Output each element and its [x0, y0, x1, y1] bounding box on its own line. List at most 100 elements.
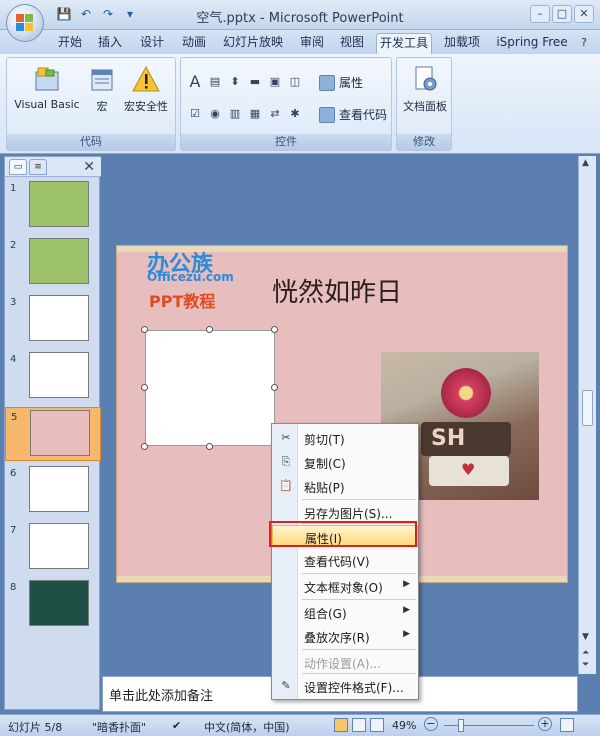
macro-security-button[interactable]: 宏安全性: [119, 62, 173, 134]
ribbon-tabs: 开始 插入 设计 动画 幻灯片放映 审阅 视图 开发工具 加载项 iSpring…: [0, 30, 600, 54]
scrollbar-control-icon[interactable]: ◫: [287, 74, 303, 90]
help-icon[interactable]: ?: [574, 33, 594, 54]
controls-row-1: A ▤ ⬍ ▬ ▣ ◫: [187, 74, 303, 90]
menu-item-view-code[interactable]: 查看代码(V): [272, 549, 418, 571]
spin-control-icon[interactable]: ⬍: [227, 74, 243, 90]
prev-slide-icon[interactable]: ⏶: [582, 648, 589, 658]
view-code-icon: [319, 106, 335, 123]
more-controls-icon[interactable]: ✱: [287, 106, 303, 122]
label-control-icon[interactable]: A: [187, 74, 203, 90]
slide-thumbnail[interactable]: [29, 352, 89, 398]
menu-item-action-settings: 动作设置(A)...: [304, 657, 382, 671]
resize-handle[interactable]: [206, 443, 213, 450]
tab-developer[interactable]: 开发工具: [376, 33, 432, 54]
checkbox-control-icon[interactable]: ☑: [187, 106, 203, 122]
tab-slideshow[interactable]: 幻灯片放映: [218, 33, 288, 54]
macro-button[interactable]: 宏: [87, 62, 117, 134]
slide-thumbnail[interactable]: [29, 238, 89, 284]
image-control-icon[interactable]: ▣: [267, 74, 283, 90]
slide-thumbnail-item[interactable]: 6: [5, 464, 101, 518]
tab-insert[interactable]: 插入: [92, 33, 128, 54]
tab-home[interactable]: 开始: [52, 33, 88, 54]
tab-ispring[interactable]: iSpring Free: [492, 33, 572, 54]
textbox-control-icon[interactable]: ▤: [207, 74, 223, 90]
scroll-up-icon[interactable]: ▲: [582, 158, 589, 168]
slides-pane: ▭ ≡ ✕ 1 2 3 4 5 6 7 8: [4, 156, 101, 710]
menu-item-format-control[interactable]: ✎ 设置控件格式(F)...: [272, 675, 418, 697]
slide-number: 1: [10, 183, 17, 194]
theme-name[interactable]: "暗香扑面": [92, 719, 146, 735]
slide-thumbnail-item[interactable]: 8: [5, 578, 101, 632]
office-button[interactable]: [6, 4, 44, 42]
tab-design[interactable]: 设计: [134, 33, 170, 54]
slide-sorter-icon[interactable]: [352, 718, 366, 732]
zoom-slider-thumb[interactable]: [458, 719, 464, 732]
resize-handle[interactable]: [141, 384, 148, 391]
zoom-in-button[interactable]: +: [538, 717, 552, 731]
resize-handle[interactable]: [271, 326, 278, 333]
slide-thumbnail-item[interactable]: 4: [5, 350, 101, 404]
next-slide-icon[interactable]: ⏷: [582, 660, 589, 670]
menu-item-textbox-object[interactable]: 文本框对象(O) ▶: [272, 575, 418, 597]
textbox-control[interactable]: [145, 330, 275, 446]
slide-thumbnail-item[interactable]: 3: [5, 293, 101, 347]
scrollbar-thumb[interactable]: [582, 390, 593, 426]
command-button-icon[interactable]: ▬: [247, 74, 263, 90]
fit-slide-icon[interactable]: [560, 718, 574, 732]
properties-button[interactable]: 属性: [319, 74, 363, 91]
tab-animations[interactable]: 动画: [176, 33, 212, 54]
menu-item-cut[interactable]: ✂ 剪切(T): [272, 427, 418, 449]
spellcheck-icon[interactable]: ✔: [172, 719, 181, 732]
tab-addins[interactable]: 加载项: [438, 33, 486, 54]
highlight-annotation-box: [269, 521, 417, 547]
scroll-down-icon[interactable]: ▼: [582, 632, 589, 642]
menu-separator: [302, 499, 416, 500]
menu-separator: [302, 573, 416, 574]
combobox-control-icon[interactable]: ▦: [247, 106, 263, 122]
view-code-button[interactable]: 查看代码: [319, 106, 387, 123]
slide-thumbnail[interactable]: [29, 295, 89, 341]
slide-thumbnail-item[interactable]: 7: [5, 521, 101, 575]
resize-handle[interactable]: [271, 384, 278, 391]
maximize-button[interactable]: □: [552, 5, 572, 23]
vertical-scrollbar[interactable]: ▲ ▼ ⏶ ⏷: [578, 156, 596, 674]
resize-handle[interactable]: [141, 326, 148, 333]
toggle-control-icon[interactable]: ⇄: [267, 106, 283, 122]
close-button[interactable]: ✕: [574, 5, 594, 23]
slide-number: 6: [10, 468, 17, 479]
slide-title[interactable]: 恍然如昨日: [272, 272, 402, 309]
close-pane-icon[interactable]: ✕: [83, 159, 95, 175]
listbox-control-icon[interactable]: ▥: [227, 106, 243, 122]
slide-thumbnail-item[interactable]: 1: [5, 179, 101, 233]
slideshow-view-icon[interactable]: [370, 718, 384, 732]
visual-basic-button[interactable]: Visual Basic: [11, 62, 83, 134]
radio-control-icon[interactable]: ◉: [207, 106, 223, 122]
slide-thumbnail-item[interactable]: 5: [5, 407, 101, 461]
slide-thumbnail[interactable]: [29, 181, 89, 227]
menu-item-paste[interactable]: 📋 粘贴(P): [272, 475, 418, 497]
flower-image: [441, 368, 491, 418]
language-indicator[interactable]: 中文(简体，中国): [204, 719, 290, 735]
minimize-button[interactable]: –: [530, 5, 550, 23]
zoom-level[interactable]: 49%: [392, 719, 416, 732]
zoom-out-button[interactable]: −: [424, 717, 438, 731]
slide-thumbnail[interactable]: [29, 466, 89, 512]
tab-view[interactable]: 视图: [334, 33, 370, 54]
slide-thumbnail[interactable]: [29, 523, 89, 569]
tab-review[interactable]: 审阅: [294, 33, 330, 54]
menu-item-copy[interactable]: ⎘ 复制(C): [272, 451, 418, 473]
slides-tab[interactable]: ▭: [9, 159, 27, 175]
resize-handle[interactable]: [206, 326, 213, 333]
slide-number: 3: [10, 297, 17, 308]
slide-thumbnail[interactable]: [29, 580, 89, 626]
status-bar: 幻灯片 5/8 "暗香扑面" ✔ 中文(简体，中国) 49% − +: [0, 714, 600, 736]
menu-item-group[interactable]: 组合(G) ▶: [272, 601, 418, 623]
menu-item-order[interactable]: 叠放次序(R) ▶: [272, 625, 418, 647]
menu-item-save-as-picture[interactable]: 另存为图片(S)...: [272, 501, 418, 523]
slide-thumbnail[interactable]: [30, 410, 90, 456]
resize-handle[interactable]: [141, 443, 148, 450]
outline-tab[interactable]: ≡: [29, 159, 47, 175]
document-panel-button[interactable]: 文档面板: [399, 62, 451, 134]
slide-thumbnail-item[interactable]: 2: [5, 236, 101, 290]
normal-view-icon[interactable]: [334, 718, 348, 732]
